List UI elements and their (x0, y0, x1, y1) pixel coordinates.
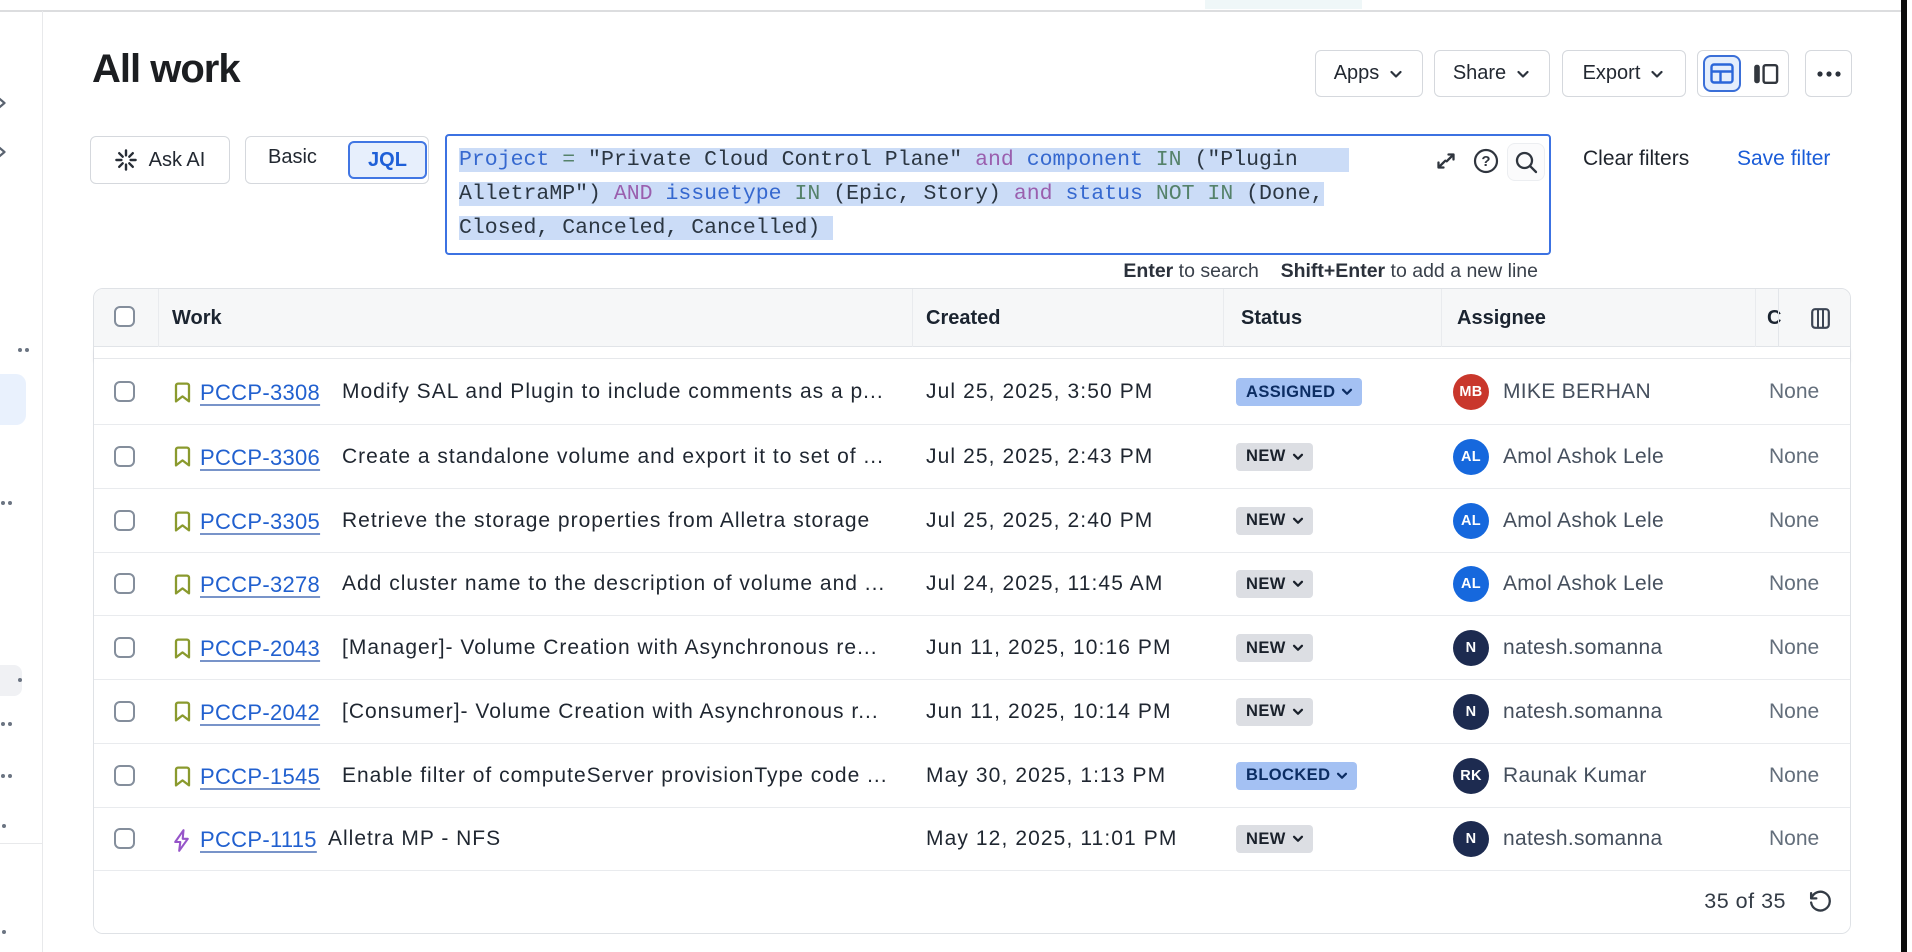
svg-text:?: ? (1481, 153, 1490, 170)
